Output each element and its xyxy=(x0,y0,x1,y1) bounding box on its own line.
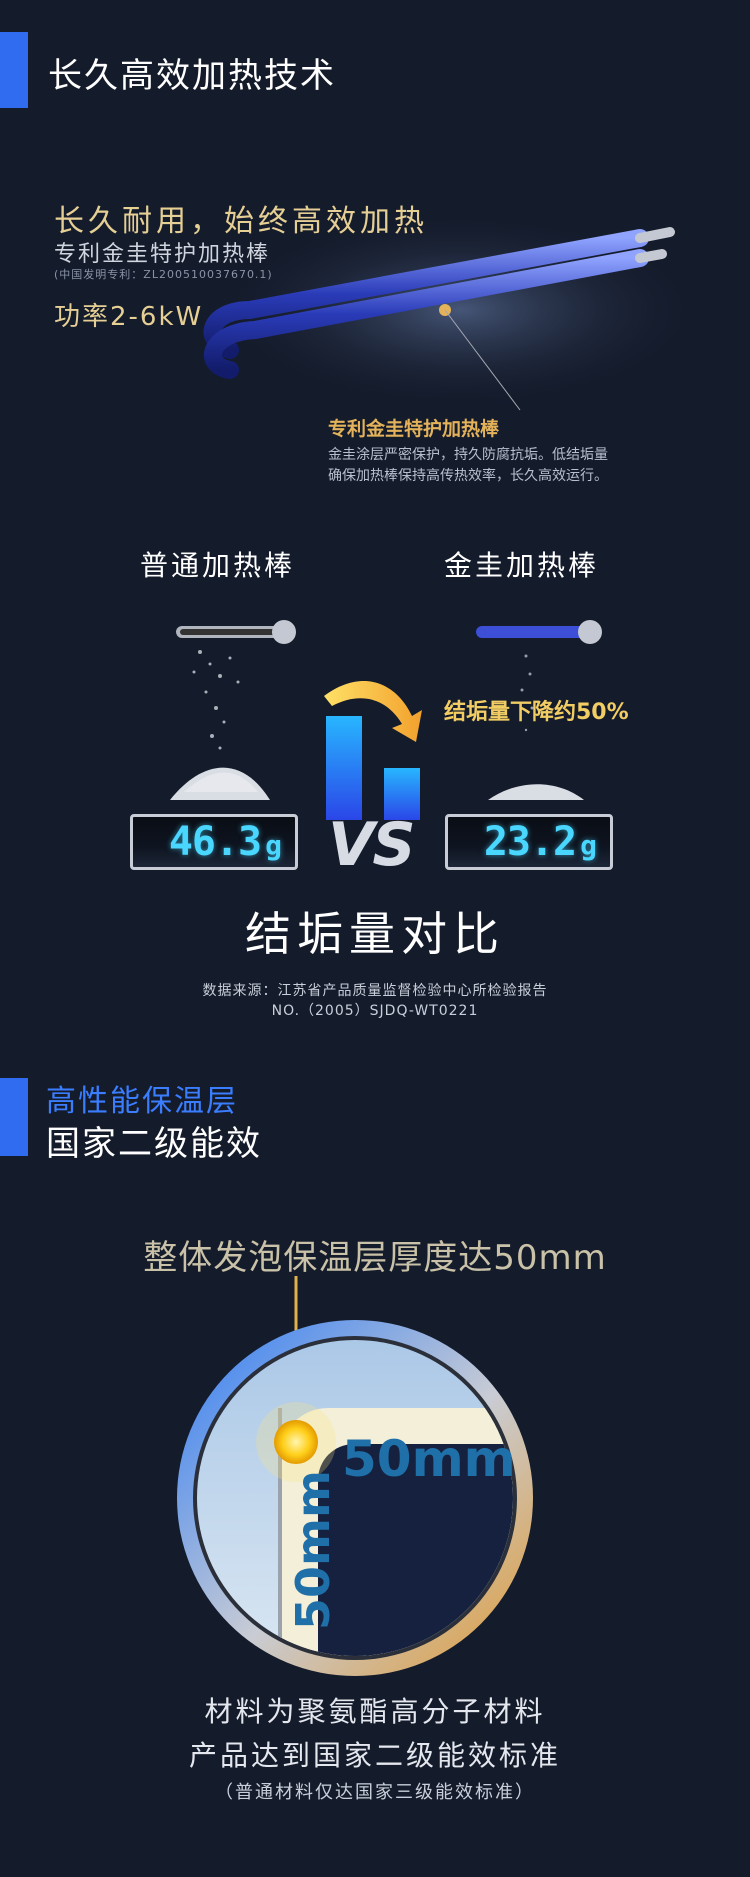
scale-value-right: 23.2 g xyxy=(483,819,597,865)
report-number: NO.（2005）SJDQ-WT0221 xyxy=(271,1003,479,1019)
rod-caption-line: 金圭涂层严密保护，持久防腐抗垢。低结垢量 xyxy=(328,447,608,463)
data-source: 数据来源：江苏省产品质量监督检验中心所检验报告 xyxy=(202,983,548,999)
efficiency-line: 产品达到国家二级能效标准 xyxy=(188,1739,561,1772)
energy-efficiency-title: 国家二级能效 xyxy=(46,1124,262,1164)
insulation-title: 高性能保温层 xyxy=(46,1084,238,1119)
scale-display-right: 23.2 g xyxy=(445,814,613,870)
subhead: 专利金圭特护加热棒 xyxy=(54,242,271,267)
reduction-label: 结垢量下降约50% xyxy=(444,700,629,725)
scale-value-left: 46.3 g xyxy=(168,819,282,865)
section-title: 长久高效加热技术 xyxy=(48,56,336,96)
vs-label: VS xyxy=(328,810,416,880)
thickness-label-horizontal: 50mm xyxy=(342,1430,516,1488)
patent-number: (中国发明专利：ZL200510037670.1) xyxy=(54,268,273,281)
reduction-bars-icon xyxy=(324,681,422,820)
power-rating: 功率2-6kW xyxy=(54,302,204,332)
section-accent-bar xyxy=(0,32,28,108)
section-accent-bar xyxy=(0,1078,28,1156)
rod-caption-desc: 金圭涂层严密保护，持久防腐抗垢。低结垢量 确保加热棒保持高传热效率，长久高效运行… xyxy=(328,445,688,487)
rod-caption-title: 专利金圭特护加热棒 xyxy=(328,418,500,440)
rod-caption-line: 确保加热棒保持高传热效率，长久高效运行。 xyxy=(328,468,608,484)
material-line: 材料为聚氨酯高分子材料 xyxy=(204,1695,546,1728)
scale-display-left: 46.3 g xyxy=(130,814,298,870)
thickness-label-vertical: 50mm xyxy=(286,1470,340,1630)
normal-rod-title: 普通加热棒 xyxy=(140,549,296,582)
efficiency-note: （普通材料仅达国家三级能效标准） xyxy=(215,1782,535,1803)
headline: 长久耐用，始终高效加热 xyxy=(54,204,428,239)
normal-rod-scale-illustration xyxy=(170,620,296,800)
jingui-rod-title: 金圭加热棒 xyxy=(444,549,600,582)
comparison-title: 结垢量对比 xyxy=(245,907,505,961)
